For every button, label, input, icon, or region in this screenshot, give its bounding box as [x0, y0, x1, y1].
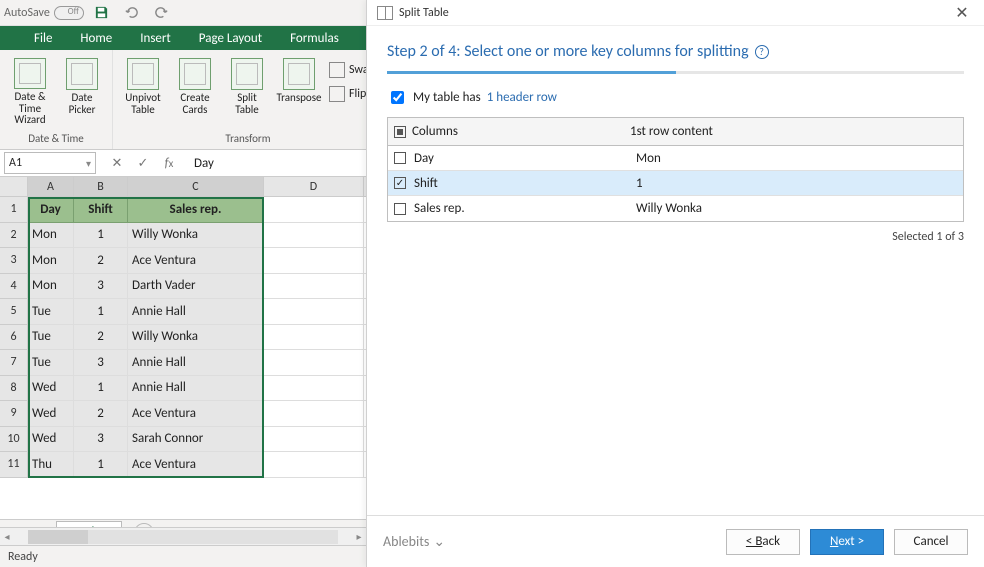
table-header-cell[interactable]: Shift: [74, 197, 128, 223]
undo-icon[interactable]: [120, 1, 144, 25]
tab-file[interactable]: File: [20, 26, 66, 50]
select-all-corner[interactable]: [0, 177, 28, 197]
column-row[interactable]: Day Mon: [388, 146, 963, 171]
cell[interactable]: Mon: [28, 223, 74, 249]
pane-title: Split Table: [399, 6, 449, 20]
fx-button[interactable]: fx: [156, 152, 182, 174]
progress-indicator: [387, 71, 964, 74]
header-row-link[interactable]: 1 header row: [487, 90, 557, 105]
col-header[interactable]: B: [74, 177, 128, 197]
column-row[interactable]: ✓ Shift 1: [388, 171, 963, 196]
horizontal-scrollbar[interactable]: ◂▸: [0, 527, 366, 545]
cancel-button[interactable]: Cancel: [894, 529, 968, 555]
header-row-checkbox[interactable]: [391, 91, 404, 104]
autosave-label: AutoSave: [4, 6, 50, 20]
col-header[interactable]: C: [128, 177, 264, 197]
column-row[interactable]: Sales rep. Willy Wonka: [388, 196, 963, 221]
tab-pagelayout[interactable]: Page Layout: [185, 26, 276, 50]
selected-count-label: Selected 1 of 3: [892, 230, 964, 244]
split-table-pane: Split Table ✕ Step 2 of 4: Select one or…: [366, 0, 984, 567]
col-header[interactable]: D: [264, 177, 364, 197]
select-all-checkbox[interactable]: [394, 126, 406, 138]
tab-formulas[interactable]: Formulas: [276, 26, 353, 50]
next-button[interactable]: Next >: [810, 529, 884, 555]
cancel-fx-button[interactable]: ✕: [104, 152, 130, 174]
close-icon[interactable]: ✕: [950, 1, 974, 25]
name-box[interactable]: A1 ▾: [4, 152, 96, 174]
save-icon[interactable]: [90, 1, 114, 25]
column-checkbox[interactable]: ✓: [394, 177, 406, 189]
column-checkbox[interactable]: [394, 152, 406, 164]
tab-home[interactable]: Home: [66, 26, 126, 50]
autosave-toggle[interactable]: [54, 6, 84, 20]
cell[interactable]: 1: [74, 223, 128, 249]
group-date-time-label: Date & Time: [4, 132, 108, 147]
split-table-icon: [377, 6, 393, 20]
row-header[interactable]: 1: [0, 197, 28, 223]
cell[interactable]: [264, 197, 364, 223]
ablebits-menu[interactable]: Ablebits ⌄: [383, 533, 445, 550]
cell[interactable]: Willy Wonka: [128, 223, 264, 249]
col-header[interactable]: A: [28, 177, 74, 197]
split-table-button[interactable]: Split Table: [221, 54, 273, 126]
group-transform-label: Transform: [117, 132, 379, 147]
date-picker-button[interactable]: Date Picker: [56, 54, 108, 126]
chevron-down-icon: ⌄: [433, 533, 445, 550]
table-header-cell[interactable]: Sales rep.: [128, 197, 264, 223]
date-time-wizard-button[interactable]: Date & Time Wizard: [4, 54, 56, 126]
header-row-option[interactable]: My table has 1 header row: [387, 88, 964, 107]
step-label: Step 2 of 4: Select one or more key colu…: [387, 42, 749, 61]
confirm-fx-button[interactable]: ✓: [130, 152, 156, 174]
help-icon[interactable]: ?: [755, 45, 769, 59]
tab-insert[interactable]: Insert: [126, 26, 185, 50]
flip-icon: [329, 86, 345, 102]
redo-icon[interactable]: [150, 1, 174, 25]
back-button[interactable]: < Back: [726, 529, 800, 555]
transpose-button[interactable]: Transpose: [273, 54, 325, 126]
create-cards-button[interactable]: Create Cards: [169, 54, 221, 126]
chevron-down-icon: ▾: [86, 157, 91, 170]
autosave: AutoSave: [4, 6, 84, 20]
status-ready: Ready: [8, 550, 38, 564]
row-header[interactable]: 2: [0, 223, 28, 249]
columns-table: Columns 1st row content Day Mon ✓ Shift …: [387, 117, 964, 222]
table-header-cell[interactable]: Day: [28, 197, 74, 223]
swap-icon: [329, 62, 345, 78]
unpivot-table-button[interactable]: Unpivot Table: [117, 54, 169, 126]
column-checkbox[interactable]: [394, 203, 406, 215]
